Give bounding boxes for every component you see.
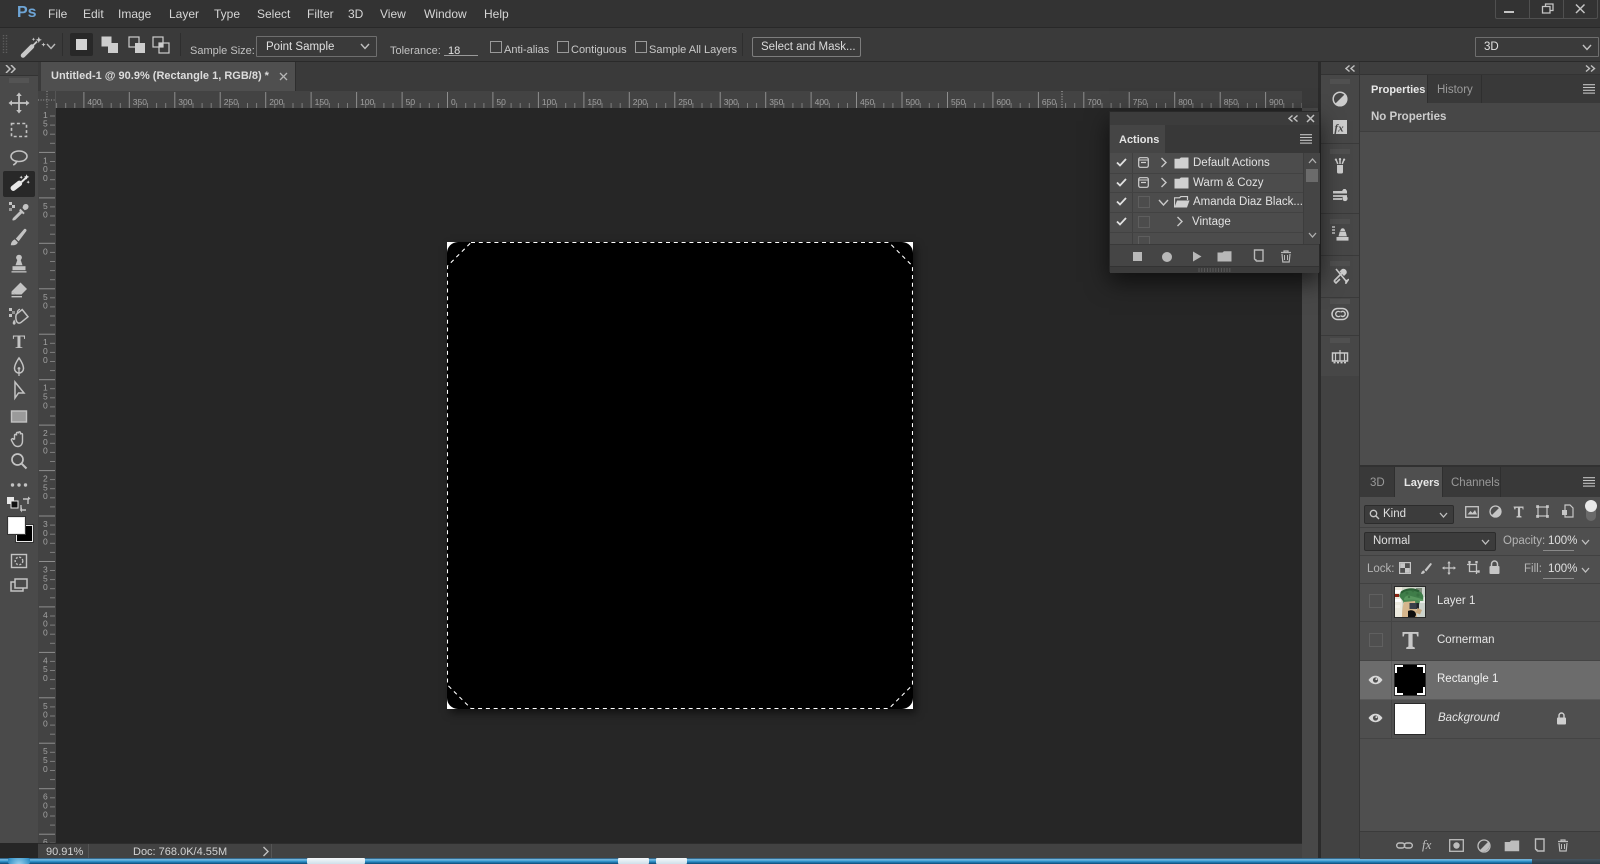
svg-text:0: 0	[43, 764, 48, 774]
svg-text:150: 150	[587, 97, 601, 107]
svg-text:350: 350	[133, 97, 147, 107]
svg-text:800: 800	[1178, 97, 1192, 107]
svg-text:900: 900	[1269, 97, 1283, 107]
svg-text:700: 700	[1087, 97, 1101, 107]
svg-text:400: 400	[87, 97, 101, 107]
svg-text:0: 0	[43, 537, 48, 547]
svg-text:350: 350	[769, 97, 783, 107]
svg-text:0: 0	[43, 210, 48, 220]
svg-text:450: 450	[860, 97, 874, 107]
svg-text:0: 0	[43, 173, 48, 183]
svg-text:0: 0	[43, 128, 48, 138]
svg-text:fx: fx	[1334, 123, 1344, 135]
svg-text:0: 0	[43, 446, 48, 456]
svg-text:T: T	[13, 332, 26, 353]
svg-text:600: 600	[996, 97, 1010, 107]
svg-text:150: 150	[315, 97, 329, 107]
svg-text:750: 750	[1133, 97, 1147, 107]
svg-text:400: 400	[815, 97, 829, 107]
svg-text:0: 0	[43, 355, 48, 365]
svg-text:0: 0	[43, 400, 48, 410]
svg-text:650: 650	[1042, 97, 1056, 107]
svg-text:0: 0	[43, 301, 48, 311]
svg-text:0: 0	[43, 246, 48, 256]
svg-text:0: 0	[43, 809, 48, 819]
svg-text:0: 0	[43, 628, 48, 638]
svg-text:0: 0	[43, 491, 48, 501]
svg-text:0: 0	[43, 718, 48, 728]
svg-text:100: 100	[542, 97, 556, 107]
svg-text:200: 200	[269, 97, 283, 107]
svg-text:250: 250	[678, 97, 692, 107]
svg-text:850: 850	[1224, 97, 1238, 107]
svg-text:0: 0	[43, 582, 48, 592]
svg-text:250: 250	[224, 97, 238, 107]
svg-text:100: 100	[360, 97, 374, 107]
svg-text:50: 50	[406, 97, 416, 107]
svg-text:200: 200	[633, 97, 647, 107]
svg-text:0: 0	[451, 97, 456, 107]
svg-text:50: 50	[496, 97, 506, 107]
svg-text:500: 500	[906, 97, 920, 107]
svg-text:300: 300	[724, 97, 738, 107]
svg-text:550: 550	[951, 97, 965, 107]
svg-text:0: 0	[43, 673, 48, 683]
svg-text:300: 300	[178, 97, 192, 107]
